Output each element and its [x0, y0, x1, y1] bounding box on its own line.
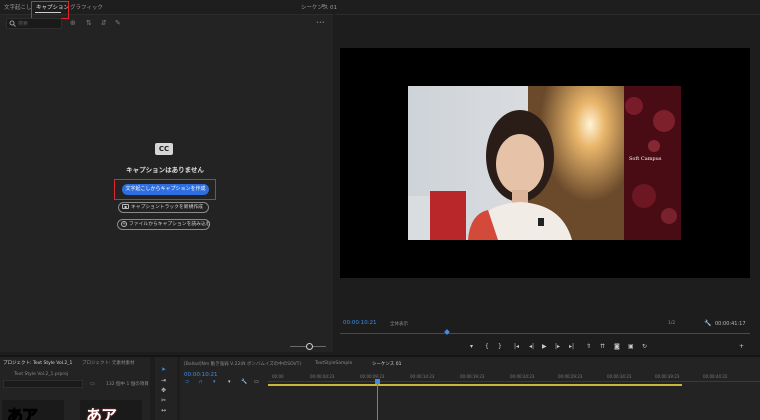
export-frame-icon[interactable]: ◙ [614, 344, 620, 350]
add-caption-icon[interactable]: ⊕ [70, 20, 76, 27]
soft-campus-logo: Soft Campus [629, 156, 662, 162]
bokeh-graphic-icon [624, 86, 681, 240]
import-captions-button[interactable]: + ファイルからキャプションを読み込む [117, 219, 211, 230]
monitor-playhead-timecode[interactable]: 00:00:10:21 [343, 320, 377, 326]
step-back-icon[interactable]: ◂| [529, 344, 534, 350]
fit-zoom-dropdown[interactable]: 全体表示 [390, 321, 408, 327]
selection-tool-icon[interactable]: ➤ [161, 367, 166, 373]
add-marker-timeline-icon[interactable]: ▾ [213, 380, 216, 385]
thumbnail-text-2: あア [86, 406, 117, 420]
work-area-bar[interactable] [268, 384, 682, 386]
tab-annotation-box [31, 1, 69, 19]
empty-state-message: キャプションはありません [126, 166, 204, 174]
caption-track-icon: ▪ [122, 204, 129, 209]
new-caption-track-label: キャプショントラックを新規作成 [131, 205, 203, 210]
ripple-edit-tool-icon[interactable]: ✥ [161, 388, 166, 394]
premiere-window: 文字起こし キャプション グラフィック 検索 ⊕ ⇅ ⇵ ✎ ••• CC キャ… [0, 0, 760, 420]
closed-caption-icon: CC [155, 143, 173, 155]
folder-icon[interactable]: ▭ [90, 381, 95, 387]
time-tick: 00:00:24:23 [510, 374, 535, 379]
extract-icon[interactable]: ⇈ [600, 344, 605, 350]
merge-caption-icon[interactable]: ⇵ [101, 20, 107, 27]
split-caption-icon[interactable]: ⇅ [86, 20, 92, 27]
linked-selection-icon[interactable]: ∩ [199, 380, 203, 385]
tab-project[interactable]: プロジェクト: Text Style Vol.2_1 [3, 360, 72, 366]
time-tick: 00:00:29:23 [558, 374, 583, 379]
sequence-duration: 00:00:41:17 [715, 321, 746, 327]
track-select-tool-icon[interactable]: ⇥ [161, 378, 166, 384]
captions-toggle-icon[interactable]: ▭ [254, 380, 259, 385]
monitor-tab-bar [335, 0, 760, 15]
mark-out-icon[interactable]: } [498, 344, 502, 350]
time-tick: 00:00:09:23 [360, 374, 385, 379]
project-search-input[interactable] [3, 380, 83, 388]
slip-tool-icon[interactable]: ↔ [161, 408, 166, 414]
tab-graphics[interactable]: グラフィック [70, 3, 103, 11]
go-to-out-icon[interactable]: ▸| [569, 344, 574, 350]
timeline-settings-icon[interactable]: 🔧 [241, 380, 247, 385]
monitor-scrub-bar[interactable] [340, 333, 750, 334]
loop-icon[interactable]: ↻ [642, 344, 647, 350]
snap-icon[interactable]: ⊃ [185, 380, 189, 385]
project-item-count: 132 個中 1 個の項目 [106, 382, 149, 387]
tab-timeline-1[interactable]: [Ballad]Nm 動き強弱 Ⅴ.22(N ボンバムイズの中のSOVT) [184, 361, 301, 367]
timeline-timecode[interactable]: 00:00:10:21 [184, 372, 218, 378]
search-placeholder: 検索 [18, 21, 29, 27]
mark-in-icon[interactable]: { [485, 344, 489, 350]
tab-timeline-3[interactable]: シーケンス 01 [372, 361, 401, 367]
time-tick: 00:00:14:23 [410, 374, 435, 379]
time-tick: 00:00:34:23 [607, 374, 632, 379]
new-caption-track-button[interactable]: ▪ キャプショントラックを新規作成 [118, 202, 209, 213]
project-file-name: Text Style Vol.2_1.prproj [14, 372, 69, 377]
edit-icon[interactable]: ✎ [115, 20, 121, 27]
tab-timeline-2[interactable]: TextStyleSample [315, 361, 352, 366]
caption-search-input[interactable]: 検索 [6, 18, 62, 29]
comparison-view-icon[interactable]: ▣ [628, 344, 634, 350]
lift-icon[interactable]: ⇑ [586, 344, 591, 350]
plus-icon: + [121, 220, 127, 227]
more-options-icon[interactable]: ••• [316, 21, 325, 26]
time-tick: 00:00:19:23 [460, 374, 485, 379]
tab-transcript[interactable]: 文字起こし [4, 3, 32, 11]
add-button-icon[interactable]: + [739, 344, 744, 350]
go-to-in-icon[interactable]: |◂ [514, 344, 519, 350]
tab-sequence[interactable]: シーケンス 01 [301, 3, 337, 11]
search-icon [9, 20, 16, 27]
project-thumbnail-1[interactable]: あア [2, 400, 64, 420]
playback-resolution-dropdown[interactable]: 1/2 [668, 321, 675, 326]
monitor-menu-icon[interactable]: ≡ [321, 3, 326, 9]
step-forward-icon[interactable]: |▸ [555, 344, 560, 350]
timeline-playhead-line [377, 380, 378, 420]
time-tick: 00:00:44:22 [703, 374, 728, 379]
panel-zoom-slider-handle[interactable] [306, 343, 313, 350]
import-captions-label: ファイルからキャプションを読み込む [129, 222, 211, 227]
time-tick: 00:00:39:23 [655, 374, 680, 379]
project-thumbnail-2[interactable]: あア [80, 400, 142, 420]
captions-panel [0, 0, 333, 352]
wrench-icon[interactable]: 🔧 [704, 320, 711, 327]
bokeh-background: Soft Campus [624, 86, 681, 240]
thumbnail-text-1: あア [6, 406, 38, 420]
razor-tool-icon[interactable]: ✂ [161, 398, 166, 404]
create-button-annotation-box [114, 179, 216, 200]
play-icon[interactable]: ▶ [542, 344, 547, 350]
time-tick: 00:00 [272, 374, 284, 379]
add-marker-icon[interactable]: ▾ [470, 344, 473, 350]
time-tick: 00:00:04:23 [310, 374, 335, 379]
tab-project-2[interactable]: プロジェクト: 元素材素材 [82, 360, 134, 366]
timeline-marker-icon[interactable]: ▾ [228, 380, 231, 385]
